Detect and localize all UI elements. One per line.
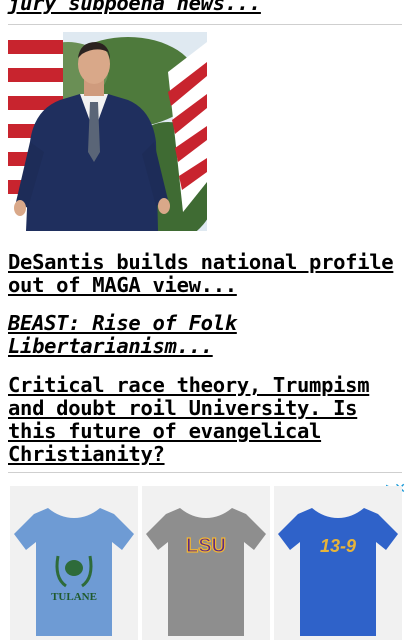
politician-photo-illustration (8, 32, 207, 231)
divider (8, 24, 402, 25)
tshirt-image: TULANE (10, 486, 138, 640)
tshirt-print-label: 13-9 (320, 536, 356, 556)
ad-product-card-tulane[interactable]: TULANE (10, 486, 138, 640)
tshirt-print-label: LSU (186, 535, 226, 557)
article-photo[interactable] (8, 32, 207, 231)
headline-link-beast-folk-libertarianism[interactable]: BEAST: Rise of Folk Libertarianism... (8, 312, 402, 358)
headline-link-desantis[interactable]: DeSantis builds national profile out of … (8, 251, 402, 297)
headline-link-critical-race-theory[interactable]: Critical race theory, Trumpism and doubt… (8, 374, 402, 466)
tshirt-image: LSU (142, 486, 270, 640)
ad-product-card-lsu[interactable]: LSU (142, 486, 270, 640)
tshirt-print-label: TULANE (51, 591, 97, 603)
ad-banner: ▷ ✕ TULANE LSU 13-9 (8, 480, 406, 640)
headline-link-jury-subpoena[interactable]: jury subpoena news... (8, 0, 402, 15)
ad-product-card-13-9[interactable]: 13-9 (274, 486, 402, 640)
divider (8, 472, 402, 473)
tshirt-image: 13-9 (274, 486, 402, 640)
